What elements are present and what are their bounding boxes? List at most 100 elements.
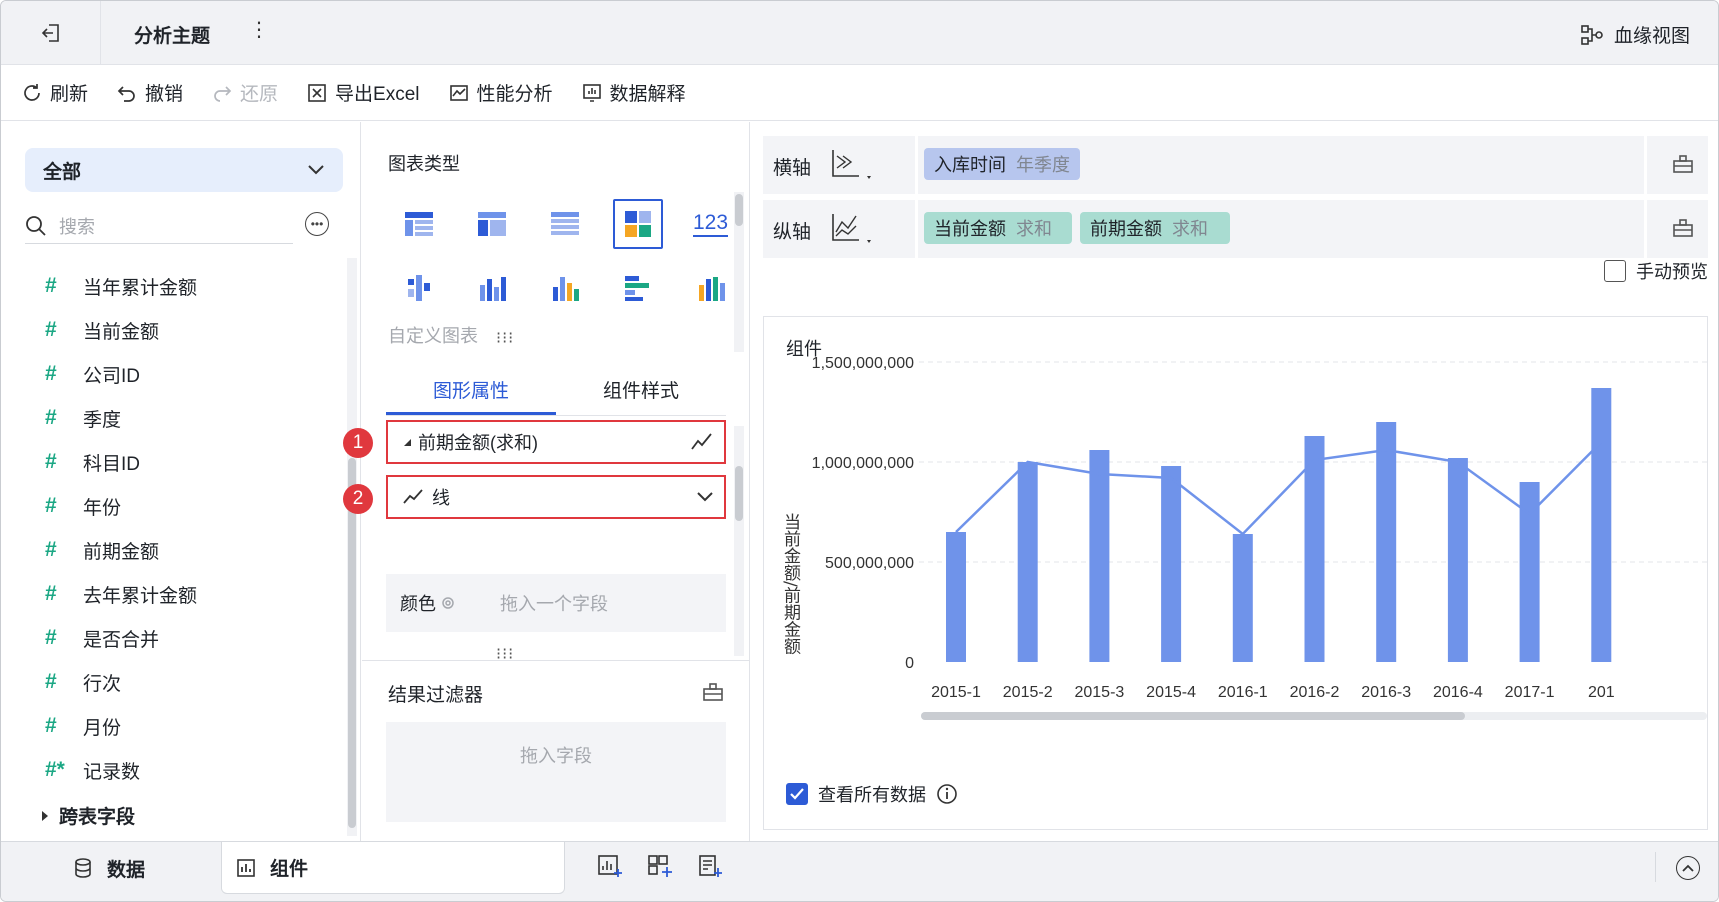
divider xyxy=(362,660,749,661)
pill-name: 入库时间 xyxy=(934,155,1006,175)
chart-config-panel: 图表类型 123 自定义图表 ⁝⁝⁝ 图形属性 组件样式 1 前期金额(求和) xyxy=(343,122,750,841)
scrollbar-thumb[interactable] xyxy=(735,194,743,226)
chevron-up-icon xyxy=(1682,864,1694,872)
list-item[interactable]: # 年份 xyxy=(45,484,197,528)
field-label: 科目ID xyxy=(83,453,141,475)
list-item[interactable]: # 当前金额 xyxy=(45,308,197,352)
list-item[interactable]: # 季度 xyxy=(45,396,197,440)
chart-type-detail-table[interactable] xyxy=(528,192,601,256)
view-all-checkbox[interactable] xyxy=(786,783,808,805)
info-icon[interactable] xyxy=(936,783,958,805)
redo-button[interactable]: 还原 xyxy=(211,79,278,106)
x-tick-label: 2016-1 xyxy=(1218,684,1268,701)
widget-preview: 组件 0 500,000,000 1,000,000,000 1,500,000,00… xyxy=(763,316,1708,830)
drag-handle-icon[interactable]: ⁝⁝⁝ xyxy=(496,328,514,348)
export-excel-button[interactable]: 导出Excel xyxy=(306,79,420,106)
chart-type-stacked-column[interactable] xyxy=(455,256,528,320)
property-scrollbar[interactable] xyxy=(734,426,744,656)
number-field-icon: # xyxy=(45,670,57,693)
add-report-icon[interactable] xyxy=(697,854,723,878)
list-item[interactable]: # 月份 xyxy=(45,704,197,748)
tab-widget[interactable]: 组件 xyxy=(221,842,565,894)
bar xyxy=(1304,436,1325,662)
chart-type-scrollbar[interactable] xyxy=(734,192,744,352)
combo-chart[interactable]: 0 500,000,000 1,000,000,000 1,500,000,000 当前… xyxy=(764,317,1707,829)
lineage-view-button[interactable]: 血缘视图 xyxy=(1580,21,1690,48)
x-axis-field-pill[interactable]: 入库时间 年季度 xyxy=(924,148,1080,180)
field-label: 月份 xyxy=(83,717,122,739)
series-label: 前期金额(求和) xyxy=(418,433,538,453)
bar xyxy=(1089,450,1110,662)
scrollbar-thumb[interactable] xyxy=(735,466,743,521)
manual-preview-toggle[interactable]: 手动预览 xyxy=(1604,258,1708,284)
chart-type-table[interactable] xyxy=(382,192,455,256)
bar xyxy=(1376,422,1397,662)
list-item[interactable]: # 当年累计金额 xyxy=(45,264,197,308)
y-axis-field-pill[interactable]: 当前金额 求和 xyxy=(924,212,1072,244)
y-axis-type-button[interactable] xyxy=(829,212,875,251)
number-field-icon: # xyxy=(45,450,57,473)
field-label: 记录数 xyxy=(83,761,141,783)
data-explain-button[interactable]: 数据解释 xyxy=(581,79,686,106)
page-title: 分析主题 xyxy=(134,26,211,47)
performance-analysis-button[interactable]: 性能分析 xyxy=(448,79,553,106)
field-list-scrollbar[interactable] xyxy=(347,258,357,836)
axis-settings-icon[interactable] xyxy=(1672,218,1694,238)
redo-icon xyxy=(214,85,232,102)
y-axis-field-pill[interactable]: 前期金额 求和 xyxy=(1080,212,1230,244)
detail-table-icon xyxy=(550,212,579,235)
color-drop-zone[interactable]: 颜色 拖入一个字段 xyxy=(386,574,726,632)
undo-button[interactable]: 撤销 xyxy=(116,79,183,106)
cross-table-fields-toggle[interactable]: 跨表字段 xyxy=(41,802,135,829)
refresh-label: 刷新 xyxy=(50,84,89,105)
list-item[interactable]: # 科目ID xyxy=(45,440,197,484)
list-item[interactable]: # 去年累计金额 xyxy=(45,572,197,616)
divider xyxy=(1655,852,1656,882)
export-label: 导出Excel xyxy=(335,84,420,105)
more-options-icon[interactable]: ••• xyxy=(305,212,329,236)
chart-type-crosstab[interactable] xyxy=(455,192,528,256)
tab-data[interactable]: 数据 xyxy=(73,842,145,894)
axis-settings-icon[interactable] xyxy=(1672,154,1694,174)
collapse-button[interactable] xyxy=(1676,856,1700,880)
search-placeholder: 搜索 xyxy=(59,216,95,237)
chart-type-custom[interactable] xyxy=(601,192,674,256)
manual-preview-checkbox[interactable] xyxy=(1604,260,1626,282)
list-item[interactable]: # 公司ID xyxy=(45,352,197,396)
series-selector[interactable]: 前期金额(求和) xyxy=(386,420,726,464)
excel-icon xyxy=(308,83,326,102)
search-input[interactable]: 搜索 xyxy=(25,208,293,244)
more-menu-button[interactable]: ⋮ xyxy=(249,17,269,42)
x-axis-drop-zone[interactable]: 入库时间 年季度 xyxy=(915,136,1647,194)
refresh-icon xyxy=(24,83,40,101)
resize-handle-icon[interactable]: ⁝⁝⁝ xyxy=(496,644,514,664)
shape-type-dropdown[interactable]: 线 xyxy=(386,475,726,519)
add-chart-icon[interactable] xyxy=(597,854,623,878)
y-axis-drop-zone[interactable]: 当前金额 求和 前期金额 求和 xyxy=(915,200,1647,258)
list-item[interactable]: # 是否合并 xyxy=(45,616,197,660)
field-label: 季度 xyxy=(83,409,122,431)
refresh-button[interactable]: 刷新 xyxy=(21,79,88,106)
x-tick-label: 2015-4 xyxy=(1146,684,1196,701)
line-chart-icon xyxy=(691,433,712,450)
tab-widget-style[interactable]: 组件样式 xyxy=(556,372,726,415)
chart-type-grouped-table[interactable] xyxy=(382,256,455,320)
add-dashboard-icon[interactable] xyxy=(647,854,673,878)
view-all-data-toggle[interactable]: 查看所有数据 xyxy=(786,781,958,807)
list-item[interactable]: # 前期金额 xyxy=(45,528,197,572)
pill-name: 当前金额 xyxy=(934,219,1006,239)
scope-dropdown[interactable]: 全部 xyxy=(25,148,343,192)
record-count-icon: #* xyxy=(45,758,65,781)
filter-settings-icon[interactable] xyxy=(702,682,724,702)
list-item[interactable]: #* 记录数 xyxy=(45,748,197,792)
bar xyxy=(1447,458,1468,662)
tab-graphic-properties[interactable]: 图形属性 xyxy=(386,372,556,415)
filter-drop-zone[interactable]: 拖入字段 xyxy=(386,722,726,822)
chart-type-bar[interactable] xyxy=(601,256,674,320)
list-item[interactable]: # 行次 xyxy=(45,660,197,704)
chart-type-multi-column[interactable] xyxy=(528,256,601,320)
pill-aggregation: 年季度 xyxy=(1016,155,1070,175)
x-axis-type-button[interactable] xyxy=(829,148,875,187)
x-tick-label: 2015-1 xyxy=(931,684,981,701)
exit-button[interactable] xyxy=(1,1,101,65)
